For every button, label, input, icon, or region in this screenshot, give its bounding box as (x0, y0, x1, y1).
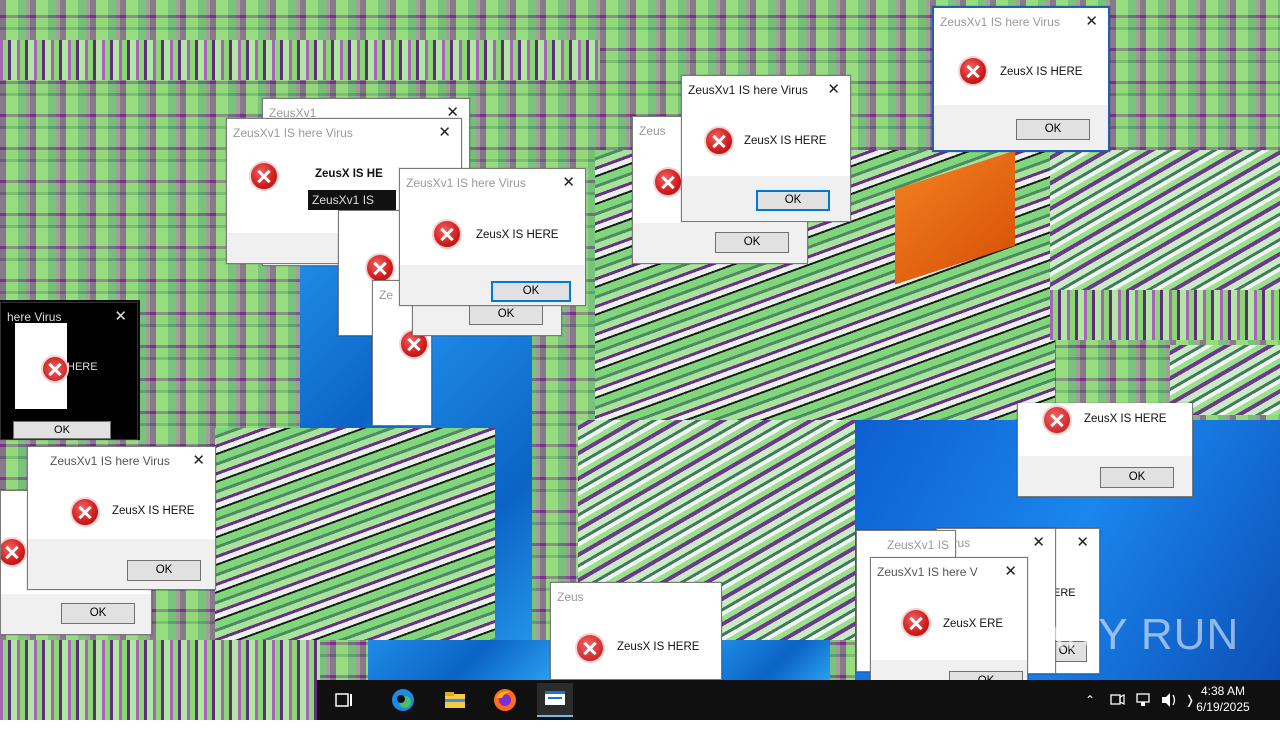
error-dialog: ZeusXv1 IS here Virus ✕ ZeusX IS HERE OK (932, 6, 1110, 152)
dialog-message: ZeusX IS HERE (617, 641, 700, 653)
meet-now-icon[interactable] (1109, 680, 1125, 720)
dialog-title: ZeusXv1 IS here Virus (50, 454, 170, 468)
error-dialog: ZeusXv1 IS here Virus ✕ ZeusX IS HERE OK (27, 446, 216, 590)
dialog-title: Ze (379, 288, 394, 302)
close-icon[interactable]: ✕ (562, 169, 575, 197)
error-icon (958, 56, 988, 86)
error-icon (653, 167, 683, 197)
error-dialog: ZeusXv1 IS here V✕ ZeusX ERE OK (870, 557, 1028, 697)
ok-button[interactable]: OK (1016, 119, 1090, 140)
error-dialog-glitched: here Virus ✕ HERE OK (0, 302, 138, 440)
close-icon[interactable]: ✕ (1085, 8, 1098, 36)
close-icon[interactable]: ✕ (114, 303, 127, 331)
ok-button[interactable]: OK (13, 421, 111, 439)
ok-button[interactable]: OK (127, 560, 201, 581)
watermark: ANY RUN (1035, 610, 1240, 659)
error-icon (575, 633, 605, 663)
glitch-artifact (0, 40, 600, 80)
dialog-title: ZeusXv1 IS here Virus (940, 15, 1060, 29)
dialog-message: HERE (67, 361, 98, 373)
dialog-title: Zeus (557, 590, 584, 604)
glitch-artifact (215, 428, 495, 640)
ok-button[interactable]: OK (756, 190, 830, 211)
title-fragment: ZeusXv1 IS (308, 190, 396, 210)
ok-button[interactable]: OK (1100, 467, 1174, 488)
close-icon[interactable]: ✕ (192, 447, 205, 475)
firefox-icon[interactable] (491, 686, 519, 714)
volume-icon[interactable] (1159, 680, 1179, 720)
close-icon[interactable]: ✕ (827, 76, 840, 104)
error-icon (70, 497, 100, 527)
error-icon (365, 253, 395, 283)
dialog-message: ZeusX IS HE (315, 168, 383, 180)
dialog-title: here Virus (7, 310, 62, 324)
glitch-artifact (1050, 290, 1280, 340)
ok-button[interactable]: OK (61, 603, 135, 624)
glitch-artifact (368, 640, 553, 680)
dialog-message: ZeusX IS HERE (744, 135, 827, 147)
ok-button[interactable]: OK (491, 281, 571, 302)
close-icon[interactable]: ✕ (1032, 529, 1045, 557)
error-icon (432, 219, 462, 249)
file-explorer-icon[interactable] (441, 686, 469, 714)
dialog-message: ZeusX IS HERE (1000, 66, 1083, 78)
network-icon[interactable] (1135, 680, 1151, 720)
close-icon[interactable]: ✕ (1076, 529, 1089, 557)
error-dialog: Zeus ZeusX IS HERE (550, 582, 722, 680)
error-icon (901, 608, 931, 638)
dialog-message: ZeusX ERE (943, 618, 1004, 630)
error-dialog: ZeusXv1 IS here Virus ✕ ZeusX IS HERE OK (681, 75, 851, 222)
dialog-message: ZeusX IS HERE (476, 229, 559, 241)
error-icon (249, 161, 279, 191)
chevron-up-icon[interactable]: ⌃ (1085, 680, 1095, 720)
glitch-artifact (0, 640, 320, 720)
dialog-message: ZeusX IS HERE (112, 505, 195, 517)
dialog-title: ZeusXv1 IS (887, 538, 950, 552)
taskbar: ⌃ ❭ 4:38 AM 6/19/2025 (317, 680, 1280, 720)
dialog-title: ZeusXv1 IS here Virus (406, 176, 526, 190)
dialog-title: ZeusXv1 IS here Virus (688, 83, 808, 97)
dialog-message: ZeusX IS HERE (1084, 413, 1167, 425)
dialog-title: ZeusXv1 IS here V (877, 565, 978, 579)
error-icon (1042, 405, 1072, 435)
close-icon[interactable]: ✕ (1004, 558, 1017, 586)
dialog-title: ZeusXv1 IS here Virus (233, 126, 353, 140)
edge-icon[interactable] (389, 686, 417, 714)
clock-date: 6/19/2025 (1196, 700, 1250, 714)
clock[interactable]: 4:38 AM 6/19/2025 (1188, 683, 1258, 715)
dialog-title: Zeus (639, 124, 666, 138)
ok-button[interactable]: OK (715, 232, 789, 253)
error-icon (1, 537, 27, 567)
virus-app-icon[interactable] (537, 683, 573, 717)
close-icon[interactable]: ✕ (438, 119, 451, 147)
error-dialog-ghost: ZeusX IS HERE OK (1017, 403, 1193, 497)
clock-time: 4:38 AM (1200, 684, 1246, 698)
dialog-message: ERE (1053, 587, 1076, 599)
error-icon (41, 355, 69, 383)
error-dialog: ZeusXv1 IS here Virus ✕ ZeusX IS HERE OK (399, 168, 586, 306)
task-view-icon[interactable] (329, 686, 357, 714)
glitch-artifact (1050, 150, 1280, 290)
glitch-artifact (720, 640, 830, 680)
error-icon (704, 126, 734, 156)
ok-button[interactable]: OK (469, 304, 543, 325)
